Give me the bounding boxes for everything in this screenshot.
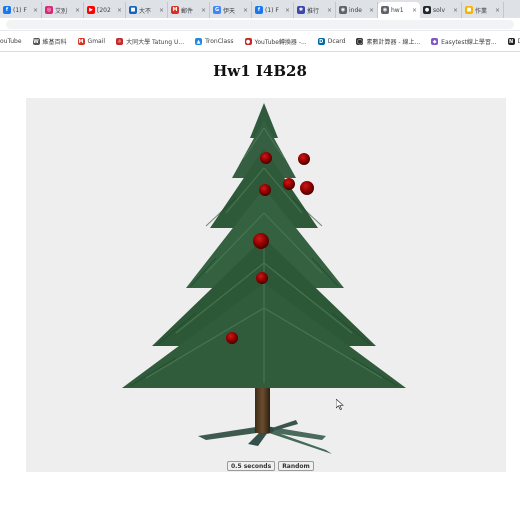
tab-label: (1) F [13,6,27,14]
tab-label: [202 [97,6,111,14]
bookmark-item[interactable]: M Gmail [77,38,106,45]
bookmark-label: ouTube [0,38,22,45]
close-icon[interactable]: × [285,7,290,14]
close-icon[interactable]: × [453,7,458,14]
bookmark-item[interactable]: D Dcard [317,38,346,45]
tab-3[interactable]: ■ 大不 × [126,2,168,18]
bookmark-item[interactable]: ▲ TronClass [195,38,234,45]
tree-trunk [255,383,270,433]
close-icon[interactable]: × [75,7,80,14]
ornament-ball [300,181,314,195]
tab-strip: f (1) F × ◎ 艾別 × ▶ [202 × ■ 大不 × M 郵件 × G 伊天 × f (1) F × ✱ 推行 ×… [0,0,520,18]
tab-0[interactable]: f (1) F × [0,2,42,18]
tab-label: solv [433,6,446,14]
youtube-icon: ▶ [87,6,95,14]
close-icon[interactable]: × [33,7,38,14]
bookmark-label: Gmail [87,38,106,45]
browser-window: f (1) F × ◎ 艾別 × ▶ [202 × ■ 大不 × M 郵件 × G 伊天 × f (1) F × ✱ 推行 ×… [0,0,520,520]
github-icon: ● [423,6,431,14]
instagram-icon: ◎ [45,6,53,14]
speed-button[interactable]: 0.5 seconds [227,461,276,471]
tab-11[interactable]: ■ 作業 × [462,2,504,18]
converter-icon: ● [244,38,252,45]
wikipedia-icon: W [32,38,40,45]
bookmark-label: 維基百科 [42,39,67,46]
url-field[interactable] [6,20,514,29]
bookmark-label: 大同大學 Tatung U... [126,39,185,46]
tab-label: 推行 [307,7,320,15]
tronclass-icon: ▲ [195,38,203,45]
tab-2[interactable]: ▶ [202 × [84,2,126,18]
tab-label: hw1 [391,6,404,14]
tab-label: (1) F [265,6,279,14]
site-icon: ■ [465,6,473,14]
close-icon[interactable]: × [369,7,374,14]
random-button[interactable]: Random [278,461,314,471]
facebook-icon: f [3,6,11,14]
google-icon: G [213,6,221,14]
tab-10[interactable]: ● solv × [420,2,462,18]
tab-6[interactable]: f (1) F × [252,2,294,18]
tab-label: 郵件 [181,7,194,15]
tab-4[interactable]: M 郵件 × [168,2,210,18]
mouse-cursor-icon [336,399,344,410]
bookmark-item[interactable]: ☼ 大同大學 Tatung U... [116,37,184,46]
page-content: Hw1 I4B28 0.5 seconds Random [0,53,520,520]
gmail-icon: M [171,6,179,14]
bookmark-item[interactable]: ouTube [0,38,22,45]
ornament-ball [253,233,269,249]
ornament-ball [226,332,238,344]
bookmark-item[interactable]: W 維基百科 [32,37,67,46]
ornament-ball [260,152,272,164]
bookmark-label: YouTube轉換器 -... [254,39,307,46]
close-icon[interactable]: × [117,7,122,14]
close-icon[interactable]: × [495,7,500,14]
tab-9[interactable]: ◉ hw1 × [378,2,420,18]
bookmark-item[interactable]: ◆ Easytest線上學習... [431,37,497,46]
close-icon[interactable]: × [412,7,417,14]
site-icon: ■ [129,6,137,14]
tab-1[interactable]: ◎ 艾別 × [42,2,84,18]
bookmark-item[interactable]: ● YouTube轉換器 -... [244,37,307,46]
tatung-icon: ☼ [116,38,124,45]
site-icon: ✱ [297,6,305,14]
tree-canvas[interactable] [26,98,506,472]
easytest-icon: ◆ [431,38,439,45]
bookmark-label: Easytest線上學習... [441,39,497,46]
ornament-ball [298,153,310,165]
christmas-tree-image [122,103,406,454]
tab-label: 作業 [475,7,488,15]
bookmark-label: 素數計算器 - 線上... [366,39,421,46]
facebook-icon: f [255,6,263,14]
tab-label: 伊天 [223,7,236,15]
calculator-icon: ◯ [356,38,364,45]
ornament-ball [259,184,271,196]
page-title: Hw1 I4B28 [213,62,307,80]
globe-icon: ◉ [339,6,347,14]
close-icon[interactable]: × [159,7,164,14]
close-icon[interactable]: × [243,7,248,14]
close-icon[interactable]: × [201,7,206,14]
notion-icon: N [507,38,515,45]
tab-label: 大不 [139,7,152,15]
tab-8[interactable]: ◉ inde × [336,2,378,18]
controls: 0.5 seconds Random [227,461,314,471]
globe-icon: ◉ [381,6,389,14]
tab-label: 艾別 [55,7,68,15]
bookmarks-bar: ouTube W 維基百科 M Gmail ☼ 大同大學 Tatung U... ▲ TronC… [0,32,520,52]
close-icon[interactable]: × [327,7,332,14]
bookmark-label: TronClass [205,38,234,45]
ornament-ball [256,272,268,284]
address-bar [0,18,520,31]
dcard-icon: D [317,38,325,45]
bookmark-label: Dcard [327,38,346,45]
bookmark-item[interactable]: NDS_SOP [507,38,520,45]
tab-7[interactable]: ✱ 推行 × [294,2,336,18]
tab-5[interactable]: G 伊天 × [210,2,252,18]
bookmark-item[interactable]: ◯ 素數計算器 - 線上... [356,37,420,46]
tab-label: inde [349,6,362,14]
ornament-ball [283,178,295,190]
gmail-icon: M [77,38,85,45]
